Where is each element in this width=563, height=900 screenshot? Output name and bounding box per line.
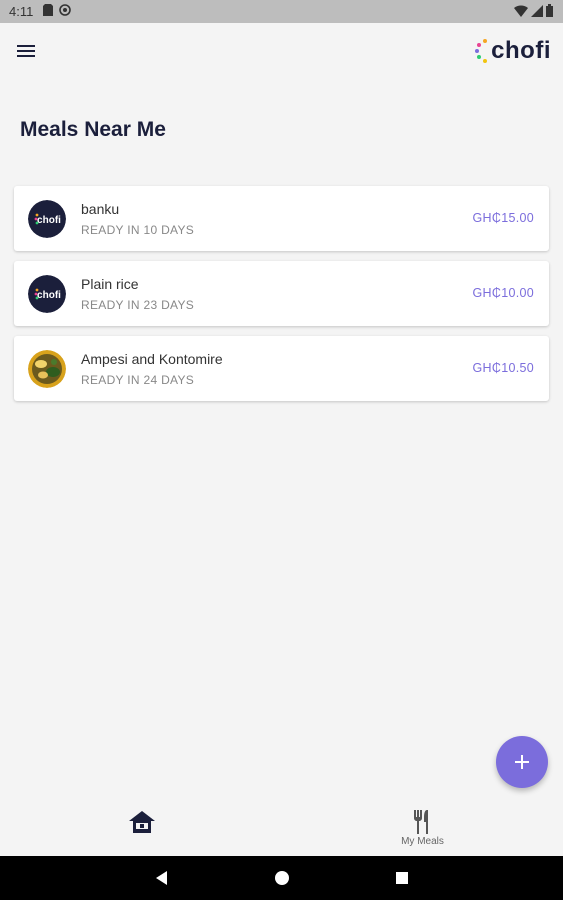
signal-icon (531, 4, 543, 20)
system-nav-bar (0, 856, 563, 900)
page-title: Meals Near Me (20, 118, 166, 141)
chofi-logo-icon: chofi (28, 200, 66, 238)
bottom-nav: My Meals (0, 800, 563, 856)
meal-ready-time: READY IN 10 DAYS (81, 223, 195, 237)
back-button[interactable] (152, 868, 172, 888)
meal-name: banku (81, 201, 120, 217)
meal-list: chofi banku READY IN 10 DAYS GH₵15.00 ch… (14, 186, 549, 411)
meal-card-plain-rice[interactable]: chofi Plain rice READY IN 23 DAYS GH₵10.… (14, 261, 549, 326)
logo-dots-icon (475, 39, 488, 63)
hamburger-menu-icon (17, 45, 35, 57)
svg-text:chofi: chofi (37, 215, 61, 226)
meal-card-banku[interactable]: chofi banku READY IN 10 DAYS GH₵15.00 (14, 186, 549, 251)
meal-price: GH₵15.00 (472, 211, 534, 225)
chofi-logo-icon: chofi (28, 275, 66, 313)
nav-home[interactable] (112, 800, 172, 856)
status-time: 4:11 (9, 4, 34, 19)
avatar: chofi (28, 275, 66, 313)
app-bar: chofi (0, 23, 563, 79)
notification-icon (59, 4, 72, 19)
svg-text:chofi: chofi (37, 290, 61, 301)
meal-ready-time: READY IN 24 DAYS (81, 373, 195, 387)
nav-my-meals[interactable]: My Meals (385, 800, 460, 856)
avatar: chofi (28, 200, 66, 238)
meal-price: GH₵10.50 (472, 361, 534, 375)
plus-icon (515, 755, 529, 769)
chofi-logo: chofi (475, 35, 551, 67)
home-system-button[interactable] (272, 868, 292, 888)
back-triangle-icon (156, 871, 167, 885)
add-meal-button[interactable] (496, 736, 548, 788)
food-photo-icon (28, 350, 66, 388)
avatar (28, 350, 66, 388)
status-bar: 4:11 (0, 0, 563, 23)
recents-square-icon (396, 872, 408, 884)
wifi-icon (514, 4, 528, 20)
meal-ready-time: READY IN 23 DAYS (81, 298, 195, 312)
recents-button[interactable] (392, 868, 412, 888)
nav-my-meals-label: My Meals (401, 836, 444, 847)
meal-price: GH₵10.00 (472, 286, 534, 300)
meal-name: Ampesi and Kontomire (81, 351, 223, 367)
home-icon (129, 811, 155, 833)
battery-icon (546, 4, 553, 20)
logo-text: chofi (491, 37, 551, 64)
home-circle-icon (275, 871, 289, 885)
menu-button[interactable] (14, 39, 38, 63)
meal-card-ampesi[interactable]: Ampesi and Kontomire READY IN 24 DAYS GH… (14, 336, 549, 401)
meal-name: Plain rice (81, 276, 139, 292)
sd-card-icon (43, 4, 54, 19)
fork-knife-icon (414, 810, 428, 834)
